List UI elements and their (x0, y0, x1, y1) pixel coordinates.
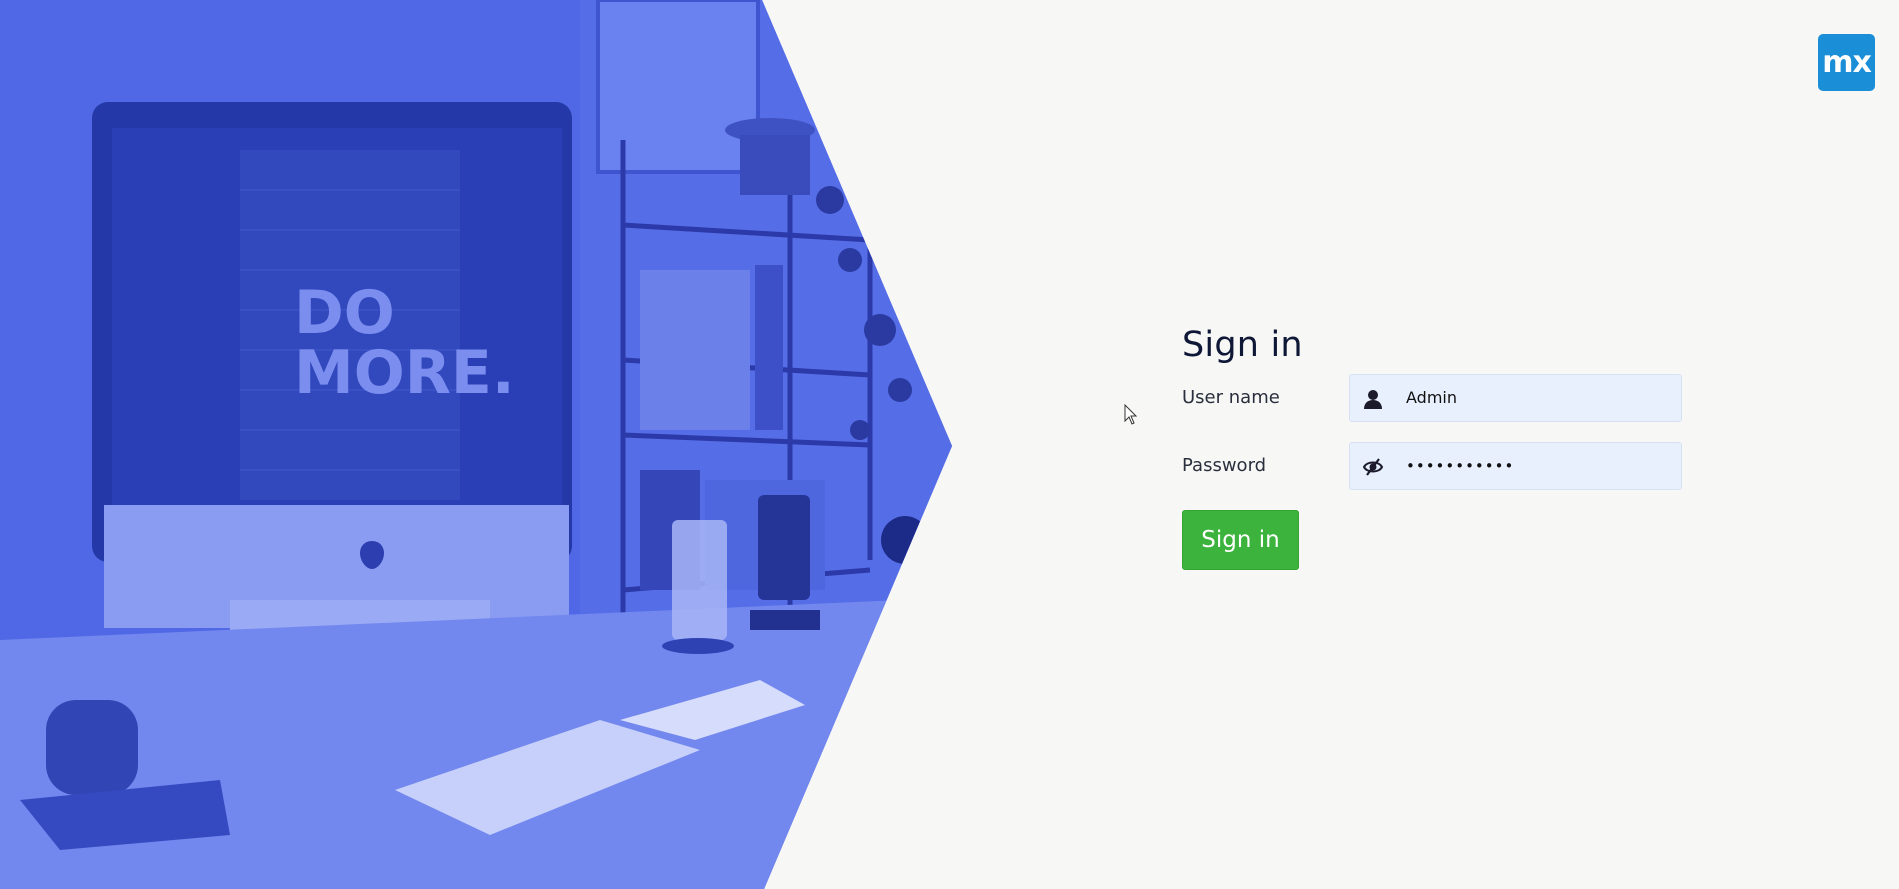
login-form: Sign in User name Admin Password •••••••… (1182, 320, 1682, 570)
username-row: User name Admin (1182, 374, 1682, 422)
login-page: DO MORE. mx Sign in User name Admin Pass… (0, 0, 1899, 889)
password-row: Password ••••••••••• (1182, 442, 1682, 490)
page-title: Sign in (1182, 325, 1303, 365)
username-label: User name (1182, 387, 1280, 408)
password-label: Password (1182, 455, 1267, 476)
user-icon (1364, 390, 1382, 409)
password-input[interactable]: ••••••••••• (1349, 442, 1682, 490)
username-input[interactable]: Admin (1349, 374, 1682, 422)
hero-image-panel: DO MORE. (0, 0, 952, 889)
username-value: Admin (1406, 388, 1457, 407)
logo-text: mx (1822, 45, 1872, 80)
mouse-cursor-icon (1124, 404, 1138, 425)
mendix-logo: mx (1818, 34, 1875, 91)
desk-illustration: DO MORE. (0, 0, 952, 889)
poster-text-line2: MORE. (294, 338, 515, 408)
sign-in-button[interactable]: Sign in (1182, 510, 1299, 570)
eye-slash-icon[interactable] (1362, 456, 1384, 478)
password-value: ••••••••••• (1406, 457, 1515, 475)
